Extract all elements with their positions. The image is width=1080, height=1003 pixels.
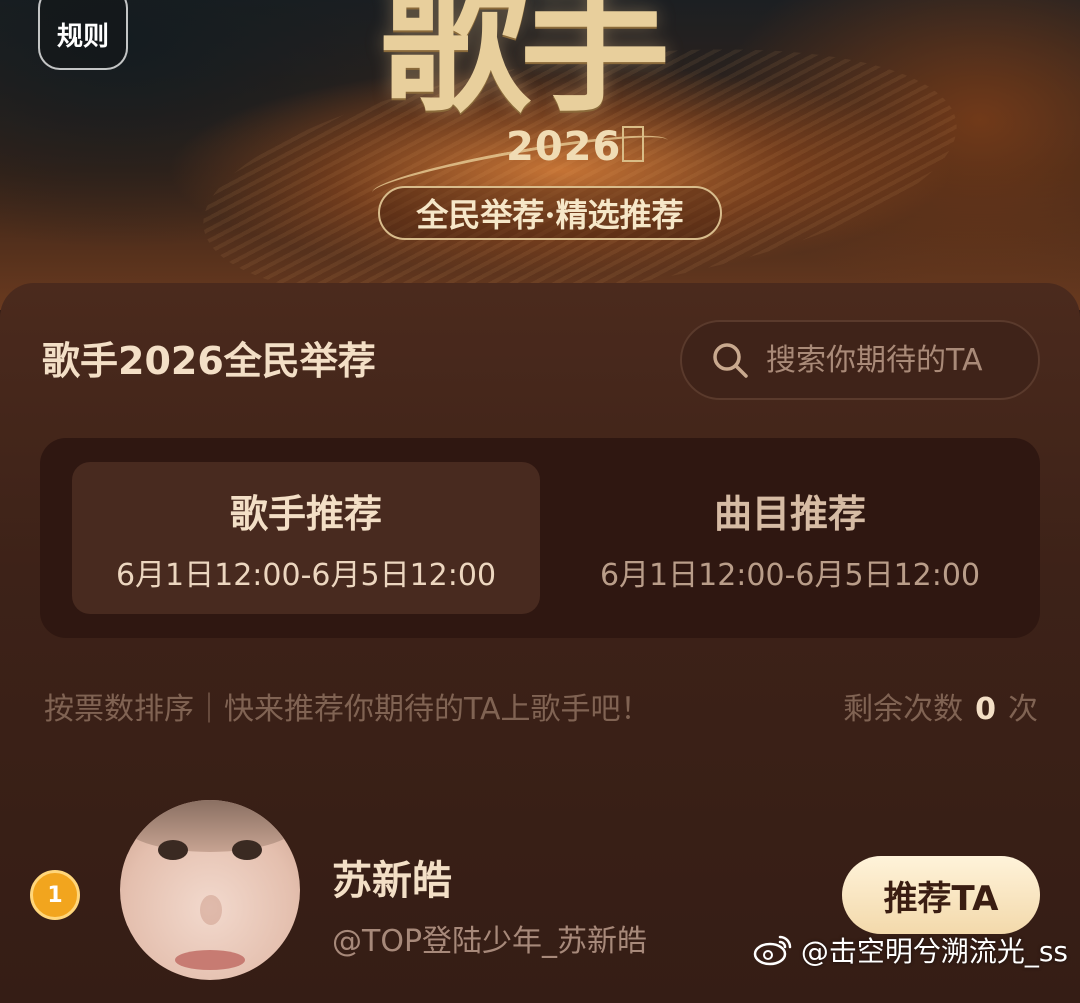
tab-label: 曲目推荐 <box>713 491 866 536</box>
show-logo: 歌手 <box>380 0 670 133</box>
remaining-votes: 剩余次数 0 次 <box>843 684 1038 728</box>
rules-button[interactable]: 规则 <box>38 0 128 70</box>
search-icon <box>713 343 748 378</box>
sort-hint: 按票数排序｜快来推荐你期待的TA上歌手吧！ <box>44 692 651 727</box>
avatar-nose <box>200 895 222 925</box>
remaining-count: 0 <box>975 692 996 727</box>
remaining-label: 剩余次数 <box>843 692 964 727</box>
weibo-icon <box>753 935 792 966</box>
tab-time-range: 6月1日12:00-6月5日12:00 <box>115 557 497 593</box>
tab-label: 歌手推荐 <box>229 491 382 536</box>
search-input[interactable] <box>764 341 1038 379</box>
recommend-button[interactable]: 推荐TA <box>842 856 1040 934</box>
show-year: 2026 <box>506 124 622 170</box>
avatar-right-eye <box>232 840 262 860</box>
remaining-unit: 次 <box>1008 692 1038 727</box>
avatar[interactable] <box>120 800 300 980</box>
tab-time-range: 6月1日12:00-6月5日12:00 <box>599 557 981 593</box>
hero-banner: 歌手 2026 全民举荐·精选推荐 规则 <box>0 0 1080 310</box>
rank-badge: 1 <box>30 870 80 920</box>
watermark: @击空明兮溯流光_ss <box>753 930 1068 970</box>
singer-handle: @TOP登陆少年_苏新皓 <box>332 924 648 959</box>
watermark-text: @击空明兮溯流光_ss <box>800 935 1068 968</box>
tab-song-recommend[interactable]: 曲目推荐 6月1日12:00-6月5日12:00 <box>556 462 1024 614</box>
avatar-left-eye <box>158 840 188 860</box>
tab-bar: 歌手推荐 6月1日12:00-6月5日12:00 曲目推荐 6月1日12:00-… <box>40 438 1040 638</box>
tab-singer-recommend[interactable]: 歌手推荐 6月1日12:00-6月5日12:00 <box>72 462 540 614</box>
avatar-mouth <box>175 950 245 970</box>
singer-badge-logo <box>622 126 644 162</box>
hero-subtitle: 全民举荐·精选推荐 <box>378 186 722 240</box>
singer-name[interactable]: 苏新皓 <box>332 848 452 906</box>
page-title: 歌手2026全民举荐 <box>42 339 376 383</box>
search-box[interactable] <box>680 320 1040 400</box>
avatar-hair <box>120 800 300 852</box>
